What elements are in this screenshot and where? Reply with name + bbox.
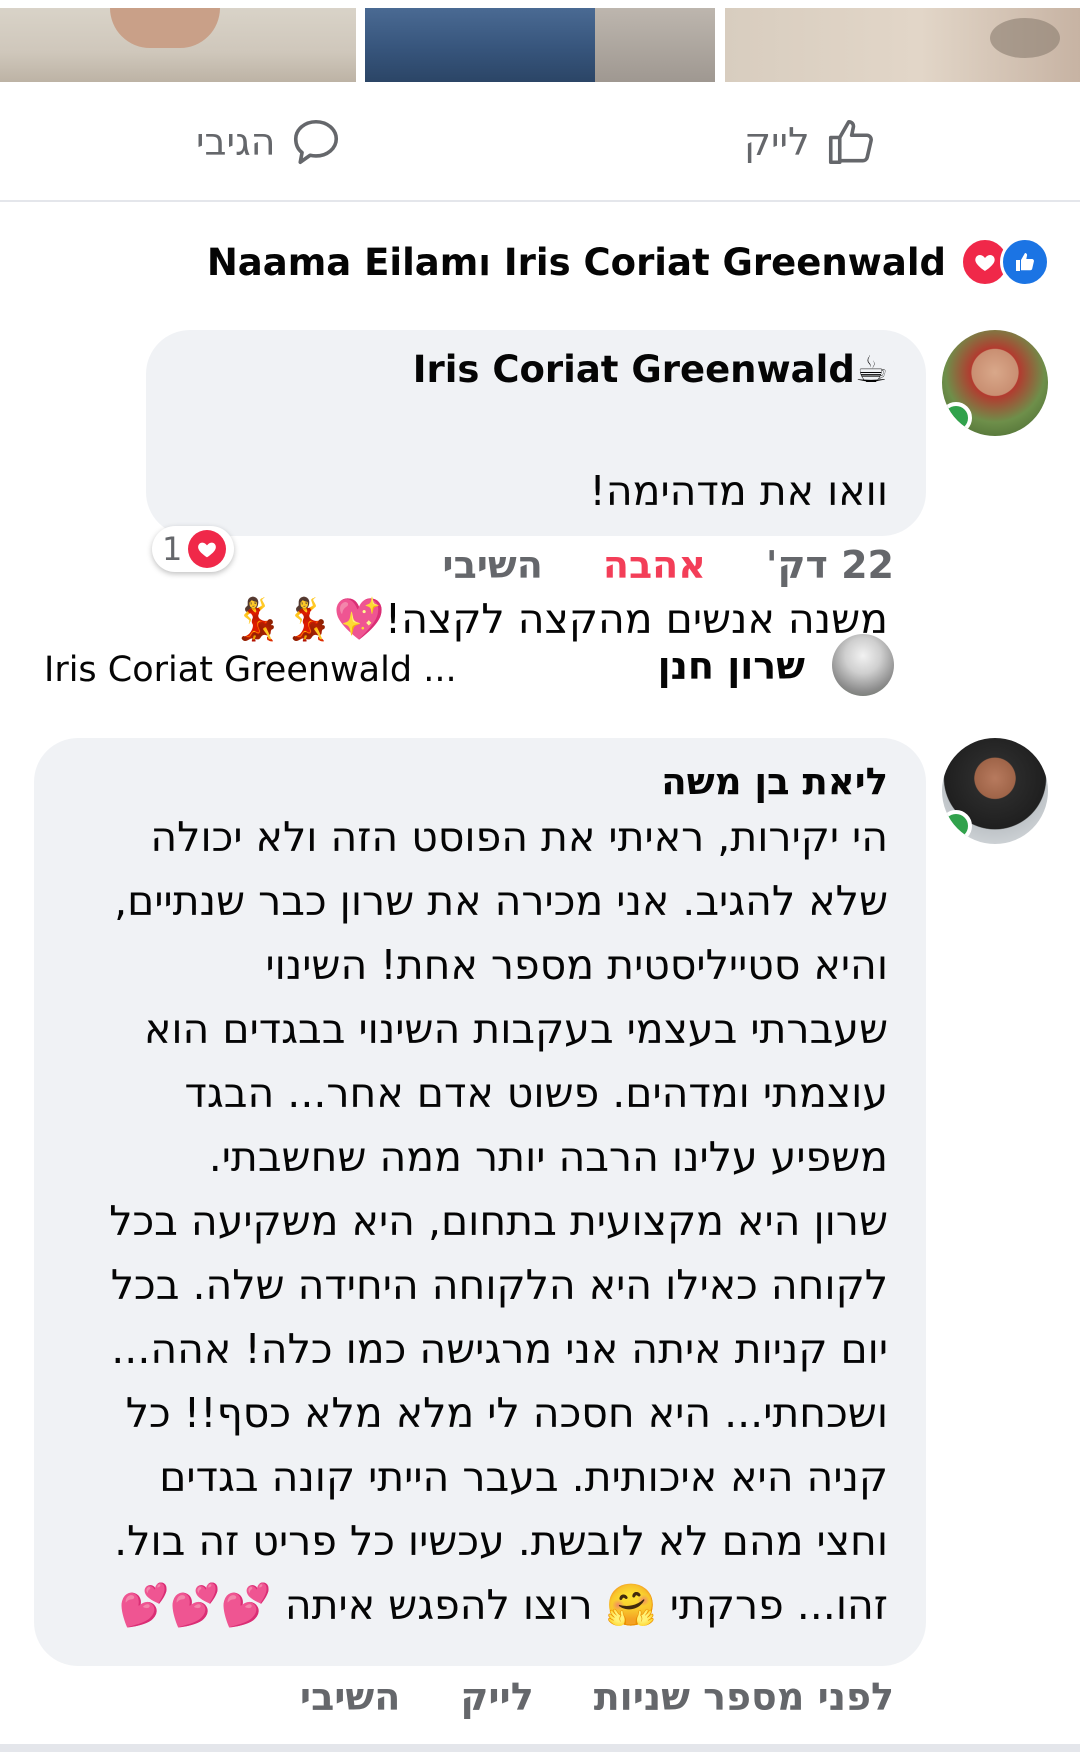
coffee-icon: ☕ xyxy=(854,348,888,391)
comment-button[interactable]: הגיבי xyxy=(196,112,343,172)
reply-button[interactable]: השיבי xyxy=(300,1675,400,1719)
avatar[interactable] xyxy=(942,738,1048,844)
comment-text: הי יקירות, ראיתי את הפוסט הזה ולא יכולה … xyxy=(109,813,888,1629)
comment-meta: לפני מספר שניות לייק השיבי xyxy=(300,1672,894,1722)
like-button[interactable]: לייק xyxy=(744,112,878,172)
avatar[interactable] xyxy=(942,330,1048,436)
divider xyxy=(0,1744,1080,1752)
post-action-bar: לייק הגיבי xyxy=(0,96,1080,202)
reaction-icons xyxy=(960,237,1050,287)
like-label: לייק xyxy=(744,120,810,164)
thumbs-up-icon xyxy=(828,119,873,165)
reply-author[interactable]: שרון חנן xyxy=(658,644,805,688)
comment-author[interactable]: ליאת בן משה xyxy=(58,760,888,803)
reply-preview[interactable]: שרון חנן Iris Coriat Greenwald ... xyxy=(0,634,1080,714)
like-reaction-icon xyxy=(1000,237,1050,287)
love-reaction-icon xyxy=(188,530,227,568)
post-photo-3[interactable] xyxy=(725,8,1080,82)
reactions-summary[interactable]: Iris Coriat Greenwald וNaama Eilam xyxy=(207,232,1050,292)
online-status-icon xyxy=(942,810,972,842)
post-photo-strip xyxy=(0,0,1080,82)
online-status-icon xyxy=(942,402,972,434)
comment-bubble: ליאת בן משה הי יקירות, ראיתי את הפוסט הז… xyxy=(34,738,926,1666)
avatar[interactable] xyxy=(832,634,894,696)
post-photo-2[interactable] xyxy=(365,8,715,82)
reaction-count-badge[interactable]: 1 xyxy=(152,526,235,572)
post-photo-1[interactable] xyxy=(0,8,356,82)
love-button[interactable]: אהבה xyxy=(603,543,706,587)
comment-time[interactable]: 22 דק' xyxy=(766,543,894,587)
reply-preview-text[interactable]: Iris Coriat Greenwald ... xyxy=(44,650,457,690)
reply-button[interactable]: השיבי xyxy=(442,543,542,587)
reaction-count: 1 xyxy=(162,530,183,568)
comment-author[interactable]: ☕Iris Coriat Greenwald xyxy=(176,348,888,391)
like-button[interactable]: לייק xyxy=(460,1675,533,1719)
comment-label: הגיבי xyxy=(196,120,276,164)
comment-bubble: ☕Iris Coriat Greenwald וואו את מדהימה! מ… xyxy=(146,330,926,643)
speech-bubble-icon xyxy=(294,119,339,165)
comment-line: וואו את מדהימה! xyxy=(589,467,888,515)
comment-meta: 22 דק' אהבה השיבי xyxy=(442,540,894,590)
comment-time[interactable]: לפני מספר שניות xyxy=(594,1675,894,1719)
reactor-names: Iris Coriat Greenwald וNaama Eilam xyxy=(206,240,946,284)
